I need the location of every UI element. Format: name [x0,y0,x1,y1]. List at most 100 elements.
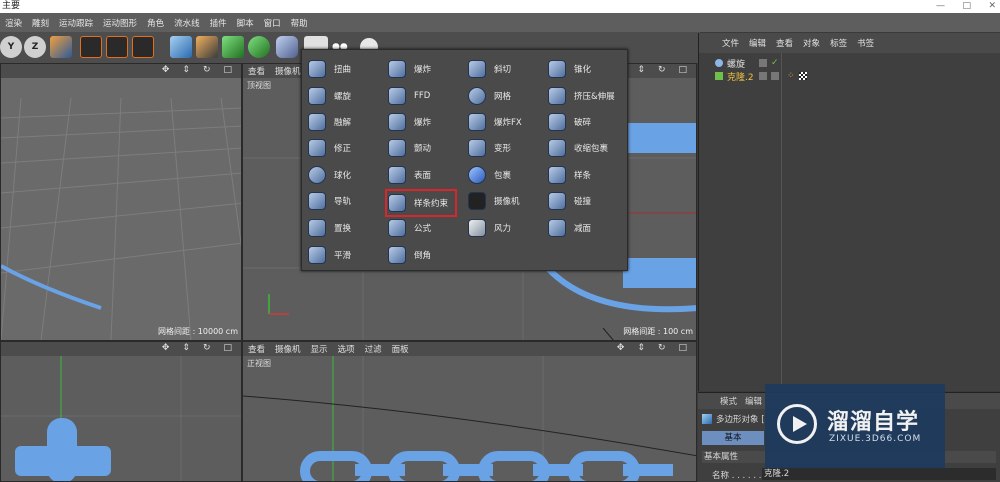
menu-pipeline[interactable]: 流水线 [169,17,205,29]
enabled-toggle-icon[interactable] [771,72,779,80]
object-row-spiral[interactable]: 螺旋 ✓ [705,57,985,70]
polygon-object-icon [702,414,712,424]
objmgr-menu-edit[interactable]: 编辑 [744,37,771,49]
deformer-correction[interactable]: 修正 [308,137,351,159]
object-row-cloner[interactable]: 克隆.2 ⁘ [705,70,985,83]
watermark-logo: 溜溜自学 ZIXUE.3D66.COM [765,384,945,468]
objmgr-menu-view[interactable]: 查看 [771,37,798,49]
deformer-explosion-fx[interactable]: 爆炸FX [468,111,522,133]
deformer-taper[interactable]: 锥化 [548,58,591,80]
viewport-front[interactable]: 查看 摄像机 显示 选项 过滤 面板 ✥ ⇕ ↻ □ 正视图 [242,341,697,482]
viewport-menu-filter[interactable]: 过滤 [360,343,387,355]
render-view-icon[interactable] [80,36,102,58]
deformer-camera[interactable]: 摄像机 [468,190,520,212]
menu-help[interactable]: 帮助 [286,17,313,29]
rotate-view-icon[interactable]: ↻ [198,65,216,75]
menu-plugins[interactable]: 插件 [205,17,232,29]
subdivision-icon[interactable] [222,36,244,58]
maximize-view-icon[interactable]: □ [673,65,692,75]
zoom-view-icon[interactable]: ⇕ [177,65,195,75]
viewport-menu-view[interactable]: 查看 [243,65,270,77]
menu-script[interactable]: 脚本 [232,17,259,29]
deformer-shear[interactable]: 斜切 [468,58,511,80]
menu-motion-tracking[interactable]: 运动跟踪 [54,17,98,29]
deformer-spherify[interactable]: 球化 [308,164,351,186]
deformer-mesh[interactable]: 网格 [468,85,511,107]
deformer-shatter[interactable]: 破碎 [548,111,591,133]
maximize-view-icon[interactable]: □ [218,343,237,353]
close-icon[interactable]: ✕ [988,0,996,13]
coordinate-system-icon[interactable] [50,36,72,58]
deformer-morph[interactable]: 变形 [468,137,511,159]
zoom-view-icon[interactable]: ⇕ [177,343,195,353]
move-view-icon[interactable]: ✥ [157,343,175,353]
deformer-explosion[interactable]: 爆炸 [388,58,431,80]
deformer-squash-stretch[interactable]: 挤压&伸展 [548,85,615,107]
menu-sculpt[interactable]: 雕刻 [27,17,54,29]
deformer-spline-wrap[interactable]: 样条约束 [384,189,458,217]
deformer-shrink-wrap[interactable]: 收缩包裹 [548,137,608,159]
menu-render[interactable]: 渲染 [0,17,27,29]
y-axis-lock-icon[interactable]: Y [0,36,22,58]
deformer-surface[interactable]: 表面 [388,164,431,186]
rotate-view-icon[interactable]: ↻ [653,343,671,353]
tab-basic[interactable]: 基本 [702,431,764,445]
attrmgr-menu-edit[interactable]: 编辑 [741,395,766,407]
move-view-icon[interactable]: ✥ [612,343,630,353]
viewport-menu-display[interactable]: 显示 [306,343,333,355]
viewport-menu-camera[interactable]: 摄像机 [270,343,306,355]
deformer-wind[interactable]: 风力 [468,217,511,239]
deformer-displacer[interactable]: 置换 [308,217,351,239]
deformer-melt[interactable]: 融解 [308,111,351,133]
zoom-view-icon[interactable]: ⇕ [632,343,650,353]
viewport-menu-options[interactable]: 选项 [333,343,360,355]
cloner-icon[interactable] [248,36,270,58]
tag-icon[interactable]: ⁘ [787,71,795,81]
zoom-view-icon[interactable]: ⇕ [632,65,650,75]
deformer-icon[interactable] [276,36,298,58]
z-axis-lock-icon[interactable]: Z [24,36,46,58]
name-field[interactable]: 克隆.2 [762,468,996,480]
minimize-icon[interactable]: — [936,0,945,13]
attrmgr-menu-mode[interactable]: 模式 [716,395,741,407]
rotate-view-icon[interactable]: ↻ [198,343,216,353]
material-tag-icon[interactable] [799,72,807,80]
deformer-polygon-reduction[interactable]: 减面 [548,217,591,239]
viewport-menu-view[interactable]: 查看 [243,343,270,355]
deformer-jiggle[interactable]: 颤动 [388,137,431,159]
render-picture-viewer-icon[interactable] [106,36,128,58]
objmgr-menu-tags[interactable]: 标签 [825,37,852,49]
cloner-object-icon [715,72,723,80]
deformer-rail[interactable]: 导轨 [308,190,351,212]
deformer-twist[interactable]: 螺旋 [308,85,351,107]
viewport-menu-panel[interactable]: 面板 [387,343,414,355]
visibility-toggle-icon[interactable] [759,72,767,80]
maximize-view-icon[interactable]: □ [673,343,692,353]
deformer-bevel[interactable]: 倒角 [388,244,431,266]
deformer-spline[interactable]: 样条 [548,164,591,186]
viewport-right[interactable]: ✥ ⇕ ↻ □ [0,341,242,482]
maximize-view-icon[interactable]: □ [218,65,237,75]
move-view-icon[interactable]: ✥ [157,65,175,75]
menu-mograph[interactable]: 运动图形 [98,17,142,29]
pen-icon[interactable] [196,36,218,58]
deformer-wrap[interactable]: 包裹 [468,164,511,186]
deformer-smoothing[interactable]: 平滑 [308,244,351,266]
objmgr-menu-bookmarks[interactable]: 书签 [852,37,879,49]
enabled-check-icon[interactable]: ✓ [771,58,779,68]
deformer-formula[interactable]: 公式 [388,217,431,239]
menu-window[interactable]: 窗口 [259,17,286,29]
viewport-perspective[interactable]: ✥ ⇕ ↻ □ 网格间距 : 10000 cm [0,63,242,341]
maximize-icon[interactable]: □ [962,0,971,13]
deformer-collision[interactable]: 碰撞 [548,190,591,212]
render-settings-icon[interactable] [132,36,154,58]
deformer-bend[interactable]: 扭曲 [308,58,351,80]
visibility-toggle-icon[interactable] [759,59,767,67]
objmgr-menu-object[interactable]: 对象 [798,37,825,49]
objmgr-menu-file[interactable]: 文件 [717,37,744,49]
rotate-view-icon[interactable]: ↻ [653,65,671,75]
menu-character[interactable]: 角色 [142,17,169,29]
cube-icon[interactable] [170,36,192,58]
deformer-explosion-2[interactable]: 爆炸 [388,111,431,133]
deformer-ffd[interactable]: FFD [388,85,430,107]
